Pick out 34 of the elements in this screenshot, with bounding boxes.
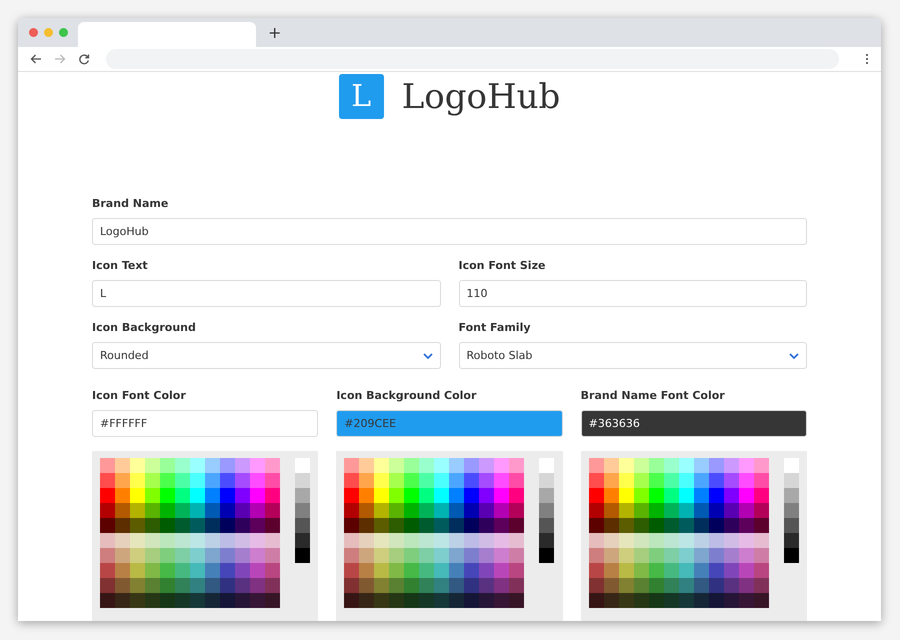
grayscale-swatch-column[interactable]	[539, 458, 554, 563]
reload-icon[interactable]	[78, 52, 90, 65]
logo-icon: L	[338, 74, 384, 119]
color-input-field[interactable]: #FFFFFF	[92, 410, 318, 437]
close-icon[interactable]	[29, 28, 38, 37]
chevron-down-icon	[422, 352, 432, 358]
color-input-field[interactable]: #209CEE	[336, 410, 563, 437]
field-label: Font Family	[458, 321, 532, 334]
color-swatch-grid[interactable]	[344, 458, 524, 608]
color-palette[interactable]	[92, 451, 318, 621]
field-label: Brand Name Font Color	[580, 389, 726, 402]
grayscale-swatch-column[interactable]	[784, 458, 799, 563]
color-swatch-grid[interactable]	[100, 458, 280, 608]
input-field[interactable]: 110	[458, 280, 807, 307]
input-field[interactable]: L	[92, 280, 440, 307]
field-label: Icon Background	[92, 321, 197, 334]
field-label: Icon Background Color	[336, 389, 478, 402]
field-label: Icon Text	[92, 259, 149, 272]
color-swatch-grid[interactable]	[588, 458, 769, 608]
chevron-down-icon	[789, 352, 799, 358]
new-tab-button[interactable]: +	[260, 20, 290, 45]
color-input-field[interactable]: #363636	[580, 410, 807, 437]
back-icon[interactable]	[30, 52, 42, 65]
field-label: Brand Name	[92, 197, 170, 210]
grayscale-swatch-column[interactable]	[295, 458, 310, 563]
menu-icon[interactable]	[865, 52, 869, 65]
input-field[interactable]: LogoHub	[92, 218, 807, 245]
brand-name: LogoHub	[402, 76, 560, 116]
color-palette[interactable]	[580, 451, 807, 621]
field-label: Icon Font Size	[458, 259, 546, 272]
field-label: Icon Font Color	[92, 389, 187, 402]
select-field[interactable]: Rounded	[92, 342, 440, 369]
select-field[interactable]: Roboto Slab	[458, 342, 807, 369]
color-palette[interactable]	[336, 451, 563, 621]
